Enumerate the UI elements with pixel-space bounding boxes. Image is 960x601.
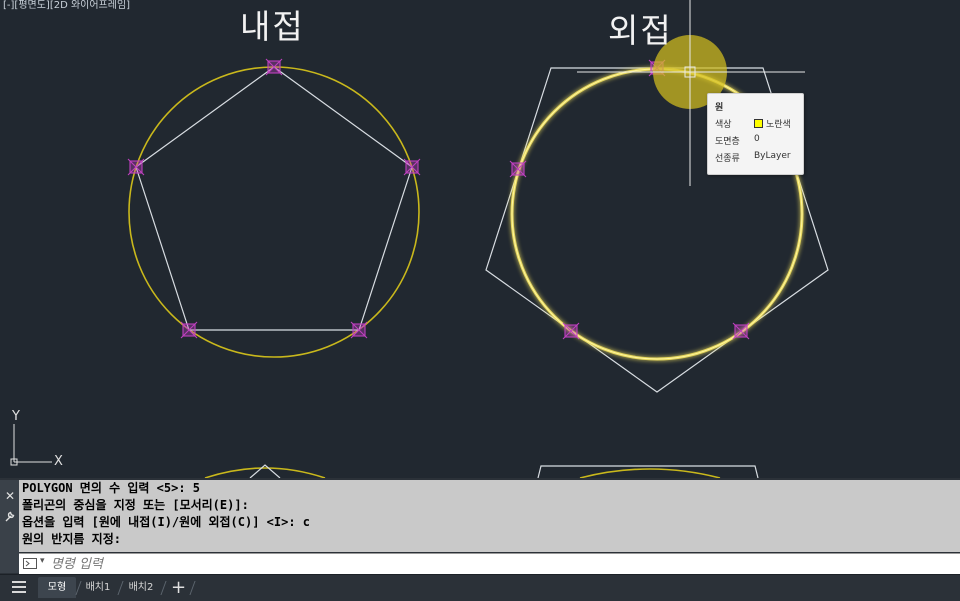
circle-inscribed[interactable] — [128, 66, 420, 358]
partial-circle-bottom-right — [579, 468, 721, 478]
ucs-icon — [10, 424, 52, 466]
command-input-bar[interactable]: ▾ — [19, 553, 960, 574]
partial-circle-bottom-left — [204, 467, 326, 478]
tab-model[interactable]: 모형 — [38, 577, 76, 598]
partial-polygon-bottom-left — [249, 464, 281, 478]
tooltip-row-layer: 도면층 0 — [715, 134, 803, 147]
command-prompt-icon[interactable] — [23, 558, 37, 569]
tooltip-row-color: 색상 노란색 — [715, 117, 803, 130]
tooltip-value: ByLayer — [754, 151, 791, 161]
tab-separator — [160, 581, 167, 595]
title-circumscribed: 외접 — [608, 11, 673, 50]
ucs-y-label: Y — [11, 409, 20, 424]
command-input[interactable] — [51, 554, 931, 574]
tooltip-title: 원 — [715, 103, 724, 113]
tooltip-key: 도면층 — [715, 137, 740, 147]
layout-tab-bar: 모형 배치1 배치2 + — [0, 574, 960, 601]
chevron-down-icon[interactable]: ▾ — [40, 556, 45, 566]
tab-separator — [189, 581, 196, 595]
close-icon[interactable]: ✕ — [3, 489, 17, 503]
drawing-canvas[interactable]: X Y — [0, 0, 960, 478]
add-layout-button[interactable]: + — [171, 577, 186, 598]
command-line-sidebar: ✕ — [0, 480, 19, 573]
tooltip-value: 0 — [754, 134, 760, 144]
title-inscribed: 내접 — [240, 7, 305, 46]
pentagon-inscribed[interactable] — [135, 66, 413, 331]
hamburger-menu-icon[interactable] — [12, 581, 26, 595]
tab-layout2[interactable]: 배치2 — [123, 577, 159, 598]
tab-layout1[interactable]: 배치1 — [80, 577, 116, 598]
tooltip-key: 선종류 — [715, 154, 740, 164]
tooltip-key: 색상 — [715, 120, 732, 130]
drawing-viewport[interactable]: X Y [-][평면도][2D 와이어프레임] 내접 외접 원 색상 노란색 도… — [0, 0, 960, 478]
command-history-line: 원의 반지름 지정: — [22, 532, 121, 546]
tooltip-value: 노란색 — [766, 120, 791, 130]
command-history-line: 폴리곤의 중심을 지정 또는 [모서리(E)]: — [22, 498, 249, 512]
ucs-x-label: X — [54, 454, 63, 469]
wrench-icon[interactable] — [3, 510, 17, 524]
command-history-line: 옵션을 입력 [원에 내접(I)/원에 외접(C)] <I>: c — [22, 515, 311, 529]
color-swatch-icon — [754, 119, 763, 128]
tooltip-row-linetype: 선종류 ByLayer — [715, 151, 803, 164]
partial-polygon-bottom-right — [537, 465, 759, 478]
grips-inscribed[interactable] — [127, 58, 421, 339]
command-history-line: POLYGON 면의 수 입력 <5>: 5 — [22, 481, 201, 495]
viewport-controls-label[interactable]: [-][평면도][2D 와이어프레임] — [3, 0, 130, 11]
command-history: POLYGON 면의 수 입력 <5>: 5 폴리곤의 중심을 지정 또는 [모… — [19, 480, 960, 552]
object-tooltip: 원 색상 노란색 도면층 0 선종류 ByLayer — [707, 93, 804, 175]
